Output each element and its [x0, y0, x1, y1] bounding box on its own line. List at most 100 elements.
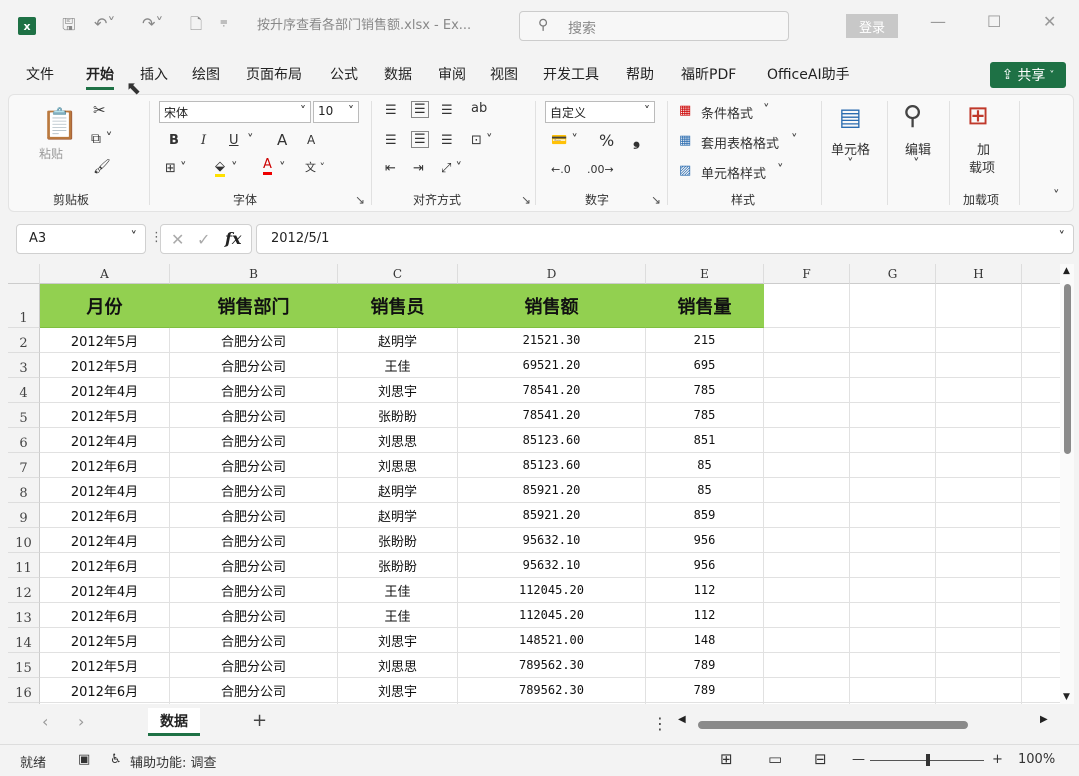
empty-cell[interactable]: [936, 353, 1022, 378]
empty-cell[interactable]: [850, 353, 936, 378]
login-button[interactable]: 登录: [846, 14, 898, 38]
table-cell[interactable]: 合肥分公司: [170, 503, 338, 528]
font-family-select[interactable]: 宋体 ˅: [159, 101, 311, 123]
table-cell[interactable]: 王佳: [338, 603, 458, 628]
table-cell[interactable]: 刘思思: [338, 453, 458, 478]
dialog-launcher-icon[interactable]: ↘: [355, 193, 365, 207]
cells-icon[interactable]: ▤: [839, 103, 862, 131]
empty-cell[interactable]: [850, 403, 936, 428]
increase-decimal-icon[interactable]: ←.0: [551, 163, 571, 176]
table-cell[interactable]: 合肥分公司: [170, 428, 338, 453]
table-cell[interactable]: 2012年5月: [40, 403, 170, 428]
empty-cell[interactable]: [936, 553, 1022, 578]
empty-cell[interactable]: [764, 284, 850, 328]
empty-cell[interactable]: [850, 478, 936, 503]
tab-officeai[interactable]: OfficeAI助手: [767, 64, 850, 84]
table-cell[interactable]: 刘思宇: [338, 678, 458, 703]
tab-developer[interactable]: 开发工具: [543, 64, 599, 84]
empty-cell[interactable]: [850, 678, 936, 703]
edit-icon[interactable]: ⚲: [903, 101, 922, 131]
row-header[interactable]: 10: [8, 528, 40, 553]
empty-cell[interactable]: [850, 328, 936, 353]
print-preview-icon[interactable]: 🗋: [190, 14, 202, 39]
header-cell[interactable]: 月份: [40, 284, 170, 328]
tab-page-layout[interactable]: 页面布局: [246, 64, 302, 84]
text-direction-icon[interactable]: ab: [471, 101, 487, 116]
table-cell[interactable]: 2012年6月: [40, 678, 170, 703]
align-bottom-icon[interactable]: ☰: [441, 103, 453, 118]
italic-button[interactable]: I: [201, 133, 206, 148]
empty-cell[interactable]: [764, 328, 850, 353]
table-cell[interactable]: 112: [646, 578, 764, 603]
format-as-table-button[interactable]: 套用表格格式: [701, 133, 779, 152]
table-cell[interactable]: 69521.20: [458, 353, 646, 378]
bold-button[interactable]: B: [169, 133, 179, 148]
tab-file[interactable]: 文件: [26, 64, 54, 84]
chevron-down-icon[interactable]: ˅: [791, 133, 798, 148]
table-cell[interactable]: 95632.10: [458, 553, 646, 578]
zoom-in-button[interactable]: +: [992, 752, 1003, 767]
table-cell[interactable]: 148521.00: [458, 628, 646, 653]
tab-help[interactable]: 帮助: [626, 64, 654, 84]
empty-cell[interactable]: [936, 578, 1022, 603]
table-cell[interactable]: 2012年5月: [40, 328, 170, 353]
customize-toolbar-icon[interactable]: ⩦: [220, 14, 228, 29]
table-cell[interactable]: 789562.30: [458, 678, 646, 703]
close-button[interactable]: ✕: [1043, 12, 1056, 31]
fill-color-icon[interactable]: ⬙: [215, 159, 225, 177]
empty-cell[interactable]: [936, 603, 1022, 628]
empty-cell[interactable]: [850, 603, 936, 628]
table-cell[interactable]: 112045.20: [458, 603, 646, 628]
increase-font-button[interactable]: A: [277, 131, 287, 149]
empty-cell[interactable]: [764, 578, 850, 603]
table-cell[interactable]: 合肥分公司: [170, 528, 338, 553]
empty-cell[interactable]: [936, 503, 1022, 528]
page-break-view-icon[interactable]: ⊟: [814, 750, 827, 768]
table-cell[interactable]: 859: [646, 503, 764, 528]
format-as-table-icon[interactable]: ▦: [679, 133, 691, 148]
table-cell[interactable]: 85: [646, 478, 764, 503]
table-cell[interactable]: 2012年6月: [40, 503, 170, 528]
empty-cell[interactable]: [764, 378, 850, 403]
cell-styles-button[interactable]: 单元格样式: [701, 163, 766, 182]
empty-cell[interactable]: [850, 503, 936, 528]
header-cell[interactable]: 销售额: [458, 284, 646, 328]
normal-view-icon[interactable]: ⊞: [720, 750, 733, 768]
scroll-up-icon[interactable]: ▲: [1063, 266, 1070, 276]
table-cell[interactable]: 112045.20: [458, 578, 646, 603]
table-cell[interactable]: 2012年6月: [40, 553, 170, 578]
cell-styles-icon[interactable]: ▨: [679, 163, 691, 178]
table-cell[interactable]: 956: [646, 553, 764, 578]
zoom-level[interactable]: 100%: [1018, 752, 1055, 767]
empty-cell[interactable]: [764, 503, 850, 528]
zoom-slider-thumb[interactable]: [926, 754, 930, 766]
empty-cell[interactable]: [850, 578, 936, 603]
empty-cell[interactable]: [936, 653, 1022, 678]
table-cell[interactable]: 合肥分公司: [170, 603, 338, 628]
empty-cell[interactable]: [936, 628, 1022, 653]
table-cell[interactable]: 2012年4月: [40, 428, 170, 453]
empty-cell[interactable]: [936, 403, 1022, 428]
table-cell[interactable]: 合肥分公司: [170, 453, 338, 478]
name-box[interactable]: A3 ˅: [16, 224, 146, 254]
table-cell[interactable]: 2012年5月: [40, 628, 170, 653]
table-cell[interactable]: 合肥分公司: [170, 328, 338, 353]
addins-label-2[interactable]: 载项: [969, 157, 995, 176]
chevron-down-icon[interactable]: ˅: [247, 133, 254, 148]
align-left-icon[interactable]: ☰: [385, 133, 397, 148]
empty-cell[interactable]: [764, 428, 850, 453]
cancel-icon[interactable]: ✕: [171, 230, 184, 249]
table-cell[interactable]: 85921.20: [458, 503, 646, 528]
collapse-ribbon-icon[interactable]: ˅: [1053, 189, 1060, 204]
table-cell[interactable]: 合肥分公司: [170, 403, 338, 428]
empty-cell[interactable]: [850, 653, 936, 678]
orientation-icon[interactable]: ⤢ ˅: [441, 161, 462, 176]
maximize-button[interactable]: ☐: [987, 12, 1001, 31]
header-cell[interactable]: 销售量: [646, 284, 764, 328]
table-cell[interactable]: 2012年5月: [40, 653, 170, 678]
table-cell[interactable]: 张盼盼: [338, 528, 458, 553]
empty-cell[interactable]: [850, 528, 936, 553]
accounting-format-icon[interactable]: 💳 ˅: [551, 133, 578, 148]
enter-icon[interactable]: ✓: [197, 230, 210, 249]
column-header[interactable]: B: [170, 264, 338, 284]
